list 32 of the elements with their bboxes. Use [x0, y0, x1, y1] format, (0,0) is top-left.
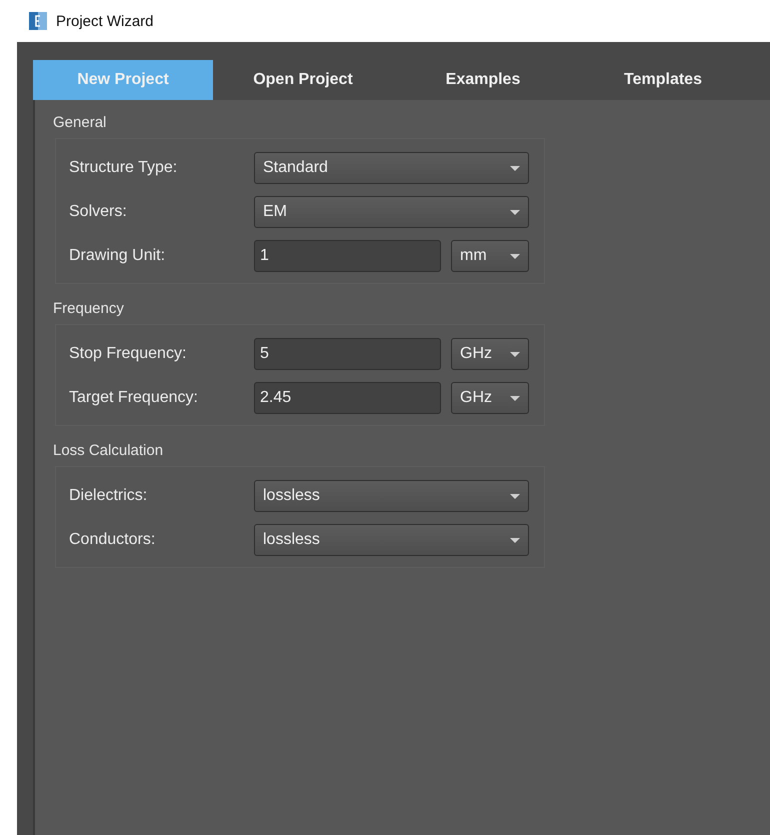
field-label: Conductors: — [69, 531, 156, 549]
field-label: Stop Frequency: — [69, 345, 188, 363]
input-field[interactable]: 1 — [254, 240, 441, 272]
unit-dropdown[interactable]: GHz — [451, 382, 529, 414]
tab[interactable]: Open Project — [213, 60, 393, 100]
group-title: Frequency — [53, 300, 125, 317]
dropdown-arrow-icon — [510, 166, 520, 170]
window-title: Project Wizard — [56, 12, 154, 30]
field-label: Drawing Unit: — [69, 247, 166, 265]
input-field[interactable]: 2.45 — [254, 382, 441, 414]
tab[interactable]: Examples — [393, 60, 573, 100]
input-field[interactable]: 5 — [254, 338, 441, 370]
dropdown[interactable]: EM — [254, 196, 529, 228]
dropdown-arrow-icon — [510, 254, 520, 258]
dropdown-arrow-icon — [510, 210, 520, 214]
dropdown[interactable]: Standard — [254, 152, 529, 184]
dropdown-arrow-icon — [510, 352, 520, 356]
dropdown-arrow-icon — [510, 538, 520, 542]
dropdown-arrow-icon — [510, 396, 520, 400]
unit-dropdown[interactable]: mm — [451, 240, 529, 272]
app-icon — [29, 12, 47, 30]
field-label: Solvers: — [69, 203, 128, 221]
dropdown-arrow-icon — [510, 494, 520, 498]
group-title: General — [53, 114, 108, 131]
field-label: Dielectrics: — [69, 487, 148, 505]
unit-dropdown[interactable]: GHz — [451, 338, 529, 370]
tab[interactable]: Templates — [573, 60, 753, 100]
group-title: Loss Calculation — [53, 442, 164, 459]
dropdown[interactable]: lossless — [254, 524, 529, 556]
field-label: Structure Type: — [69, 159, 178, 177]
field-label: Target Frequency: — [69, 389, 199, 407]
dropdown[interactable]: lossless — [254, 480, 529, 512]
